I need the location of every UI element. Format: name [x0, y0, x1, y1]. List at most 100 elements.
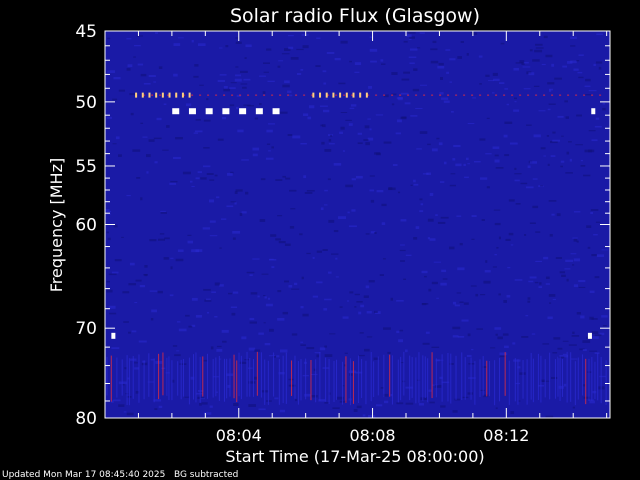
noise-speck	[203, 119, 211, 122]
noise-speck	[499, 352, 508, 356]
noise-speck	[410, 115, 418, 117]
noise-speck	[550, 376, 558, 379]
noise-speck	[356, 301, 363, 303]
noise-speck	[143, 82, 151, 85]
spectrogram-chart: Solar radio Flux (Glasgow) 45 50 55 60 70 80 0…	[47, 5, 611, 466]
noise-speck	[221, 218, 227, 220]
noise-speck	[538, 110, 546, 112]
noise-speck	[280, 349, 288, 353]
noise-speck	[396, 97, 403, 100]
noise-speck	[564, 100, 568, 103]
noise-speck	[467, 333, 471, 337]
noise-speck	[328, 143, 335, 145]
noise-speck	[193, 75, 199, 78]
noise-speck	[363, 295, 369, 298]
noise-speck	[200, 177, 207, 180]
noise-speck	[270, 234, 277, 237]
noise-speck	[334, 57, 341, 61]
noise-speck	[406, 34, 412, 38]
noise-speck	[232, 230, 241, 234]
noise-speck	[359, 332, 364, 334]
noise-speck	[470, 285, 477, 287]
noise-speck	[594, 125, 602, 128]
noise-speck	[176, 350, 180, 352]
noise-speck	[521, 336, 529, 338]
noise-speck	[457, 267, 465, 271]
noise-speck	[296, 73, 302, 75]
noise-speck	[519, 372, 526, 375]
noise-speck	[573, 284, 579, 288]
noise-speck	[556, 213, 561, 217]
noise-speck	[195, 315, 202, 318]
noise-speck	[602, 102, 606, 105]
noise-speck	[570, 36, 577, 40]
noise-speck	[271, 266, 275, 269]
noise-speck	[162, 149, 169, 151]
noise-speck	[356, 405, 362, 409]
noise-speck	[294, 282, 298, 286]
noise-speck	[169, 294, 174, 297]
noise-speck	[304, 192, 313, 194]
noise-speck	[340, 40, 348, 44]
noise-speck	[106, 116, 112, 119]
burst-mark	[141, 92, 144, 98]
noise-speck	[494, 159, 500, 163]
noise-speck	[244, 57, 247, 60]
noise-speck	[429, 238, 436, 241]
noise-speck	[151, 309, 157, 313]
y-tick-label: 70	[75, 319, 97, 339]
noise-speck	[182, 171, 191, 175]
noise-speck	[380, 63, 386, 65]
noise-speck	[148, 139, 155, 142]
burst-mark	[188, 92, 191, 98]
noise-speck	[503, 134, 508, 138]
noise-speck	[191, 249, 199, 253]
noise-speck	[134, 302, 138, 304]
noise-speck	[316, 281, 323, 284]
noise-speck	[449, 81, 452, 83]
noise-speck	[347, 211, 350, 214]
noise-speck	[128, 331, 131, 334]
noise-speck	[263, 71, 269, 73]
noise-speck	[392, 164, 398, 166]
noise-speck	[422, 342, 430, 345]
noise-speck	[248, 347, 256, 351]
noise-speck	[529, 222, 536, 224]
noise-speck	[578, 76, 584, 79]
noise-speck	[583, 174, 591, 177]
noise-speck	[164, 237, 170, 240]
noise-speck	[464, 176, 469, 179]
noise-speck	[533, 134, 541, 138]
noise-speck	[217, 79, 226, 83]
noise-speck	[575, 144, 583, 146]
noise-speck	[504, 88, 508, 90]
noise-speck	[369, 36, 372, 39]
noise-speck	[485, 260, 488, 263]
noise-speck	[163, 257, 169, 260]
noise-speck	[540, 147, 546, 150]
noise-speck	[584, 85, 591, 88]
noise-speck	[602, 324, 607, 327]
noise-speck	[198, 43, 206, 47]
noise-speck	[601, 249, 608, 251]
noise-speck	[488, 80, 495, 82]
noise-speck	[173, 43, 181, 46]
noise-speck	[338, 216, 346, 220]
noise-speck	[591, 139, 598, 142]
noise-speck	[459, 301, 464, 303]
noise-speck	[113, 77, 121, 80]
noise-speck	[381, 203, 387, 207]
noise-speck	[319, 347, 326, 351]
noise-speck	[442, 278, 448, 280]
noise-speck	[382, 258, 386, 260]
noise-speck	[552, 352, 558, 354]
noise-speck	[234, 78, 242, 82]
noise-speck	[401, 116, 407, 119]
noise-speck	[496, 246, 499, 249]
noise-speck	[105, 213, 111, 215]
noise-speck	[589, 290, 595, 293]
noise-speck	[547, 108, 551, 111]
noise-speck	[551, 213, 555, 216]
noise-speck	[319, 105, 328, 107]
noise-speck	[375, 114, 384, 116]
